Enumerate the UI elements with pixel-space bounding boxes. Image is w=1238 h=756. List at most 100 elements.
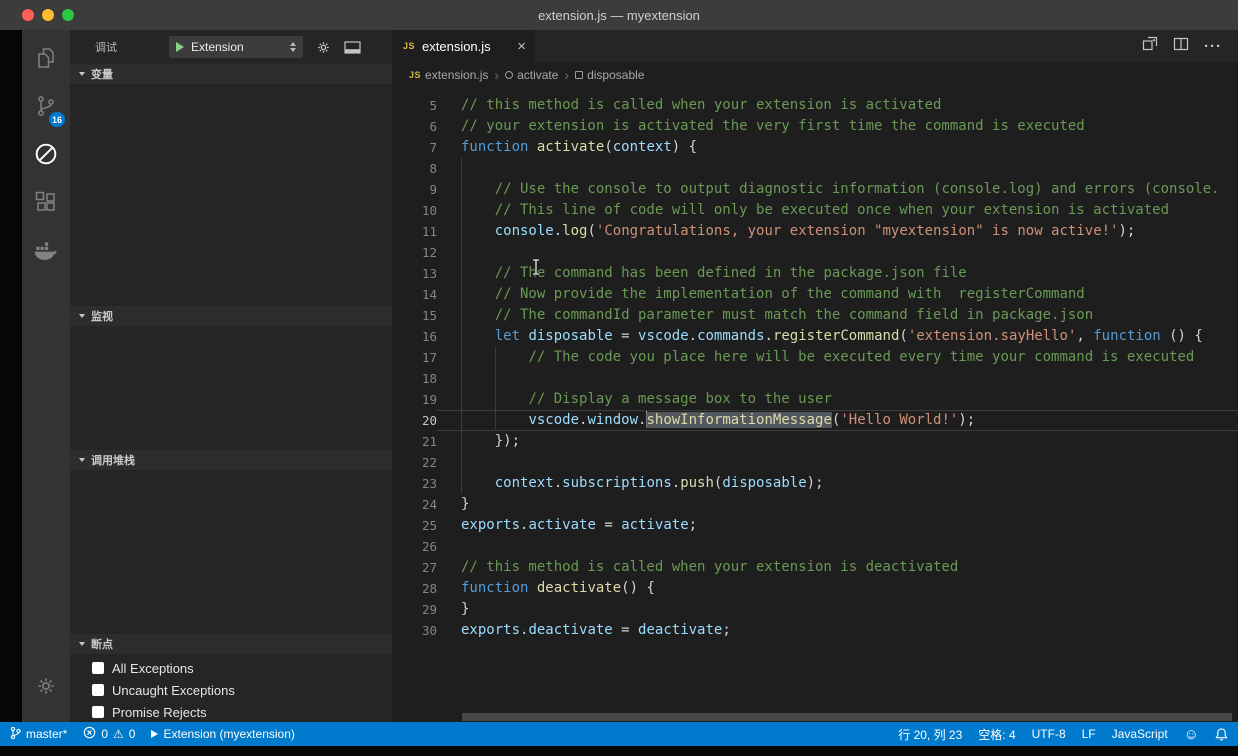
cursor-position-status[interactable]: 行 20, 列 23 xyxy=(898,726,962,743)
line-number[interactable]: 21 xyxy=(392,431,437,452)
line-number[interactable]: 14 xyxy=(392,284,437,305)
line-number[interactable]: 5 xyxy=(392,95,437,116)
code-text[interactable]: vscode.window.showInformationMessage('He… xyxy=(437,410,1238,431)
activitybar-debug[interactable] xyxy=(22,132,70,180)
breakpoint-item[interactable]: Promise Rejects xyxy=(70,701,392,723)
line-number[interactable]: 7 xyxy=(392,137,437,158)
git-branch-status[interactable]: master* xyxy=(10,726,67,743)
checkbox[interactable] xyxy=(92,684,104,696)
close-tab-icon[interactable]: × xyxy=(517,39,526,54)
code-text[interactable]: // This line of code will only be execut… xyxy=(437,200,1238,221)
debug-console-button[interactable] xyxy=(344,41,361,54)
code-lines[interactable]: 5// this method is called when your exte… xyxy=(392,88,1238,722)
language-mode-status[interactable]: JavaScript xyxy=(1112,727,1168,741)
line-number[interactable]: 22 xyxy=(392,452,437,473)
code-text[interactable]: // The commandId parameter must match th… xyxy=(437,305,1238,326)
code-text[interactable]: // Use the console to output diagnostic … xyxy=(437,179,1238,200)
notifications-bell-icon[interactable] xyxy=(1215,727,1228,741)
code-text[interactable]: // this method is called when your exten… xyxy=(437,95,1238,116)
tab-extension-js[interactable]: JS extension.js × xyxy=(392,30,534,62)
debug-target-status[interactable]: Extension (myextension) xyxy=(151,727,294,741)
line-number[interactable]: 26 xyxy=(392,536,437,557)
code-line[interactable]: 8 xyxy=(392,158,1238,179)
line-number[interactable]: 27 xyxy=(392,557,437,578)
code-text[interactable]: exports.activate = activate; xyxy=(437,515,1238,536)
line-number[interactable]: 19 xyxy=(392,389,437,410)
line-number[interactable]: 30 xyxy=(392,620,437,641)
breakpoint-item[interactable]: All Exceptions xyxy=(70,657,392,679)
code-text[interactable]: // The command has been defined in the p… xyxy=(437,263,1238,284)
line-number[interactable]: 25 xyxy=(392,515,437,536)
code-text[interactable]: console.log('Congratulations, your exten… xyxy=(437,221,1238,242)
line-number[interactable]: 23 xyxy=(392,473,437,494)
line-number[interactable]: 6 xyxy=(392,116,437,137)
line-number[interactable]: 16 xyxy=(392,326,437,347)
more-actions-icon[interactable]: ··· xyxy=(1204,38,1222,55)
minimize-window-button[interactable] xyxy=(42,9,54,21)
line-number[interactable]: 13 xyxy=(392,263,437,284)
code-text[interactable] xyxy=(437,368,1238,389)
code-line[interactable]: 15 // The commandId parameter must match… xyxy=(392,305,1238,326)
code-line[interactable]: 21 }); xyxy=(392,431,1238,452)
code-text[interactable] xyxy=(437,158,1238,179)
code-text[interactable]: // Display a message box to the user xyxy=(437,389,1238,410)
start-debug-icon[interactable] xyxy=(176,42,184,52)
activitybar-docker[interactable] xyxy=(22,228,70,276)
code-line[interactable]: 20 vscode.window.showInformationMessage(… xyxy=(392,410,1238,431)
code-text[interactable]: } xyxy=(437,599,1238,620)
horizontal-scrollbar[interactable] xyxy=(392,712,1238,722)
code-line[interactable]: 5// this method is called when your exte… xyxy=(392,95,1238,116)
activitybar-settings[interactable] xyxy=(22,664,70,712)
code-line[interactable]: 25exports.activate = activate; xyxy=(392,515,1238,536)
code-line[interactable]: 19 // Display a message box to the user xyxy=(392,389,1238,410)
indentation-status[interactable]: 空格: 4 xyxy=(978,726,1015,743)
breadcrumb-symbol-disposable[interactable]: disposable xyxy=(575,68,644,82)
encoding-status[interactable]: UTF-8 xyxy=(1032,727,1066,741)
code-line[interactable]: 13 // The command has been defined in th… xyxy=(392,263,1238,284)
zoom-window-button[interactable] xyxy=(62,9,74,21)
close-window-button[interactable] xyxy=(22,9,34,21)
checkbox[interactable] xyxy=(92,706,104,718)
line-number[interactable]: 20 xyxy=(392,410,437,431)
line-number[interactable]: 10 xyxy=(392,200,437,221)
line-number[interactable]: 12 xyxy=(392,242,437,263)
code-text[interactable]: context.subscriptions.push(disposable); xyxy=(437,473,1238,494)
code-line[interactable]: 18 xyxy=(392,368,1238,389)
breakpoint-item[interactable]: Uncaught Exceptions xyxy=(70,679,392,701)
code-text[interactable]: } xyxy=(437,494,1238,515)
code-line[interactable]: 10 // This line of code will only be exe… xyxy=(392,200,1238,221)
feedback-smiley-icon[interactable]: ☺ xyxy=(1184,727,1199,742)
breadcrumb-file[interactable]: JS extension.js xyxy=(409,68,488,82)
code-text[interactable] xyxy=(437,536,1238,557)
code-line[interactable]: 6// your extension is activated the very… xyxy=(392,116,1238,137)
code-text[interactable] xyxy=(437,242,1238,263)
split-editor-icon[interactable] xyxy=(1173,36,1189,57)
code-line[interactable]: 14 // Now provide the implementation of … xyxy=(392,284,1238,305)
checkbox[interactable] xyxy=(92,662,104,674)
code-line[interactable]: 27// this method is called when your ext… xyxy=(392,557,1238,578)
code-line[interactable]: 16 let disposable = vscode.commands.regi… xyxy=(392,326,1238,347)
configure-gear-button[interactable] xyxy=(316,40,331,55)
code-line[interactable]: 26 xyxy=(392,536,1238,557)
activitybar-extensions[interactable] xyxy=(22,180,70,228)
breadcrumb-symbol-activate[interactable]: activate xyxy=(505,68,558,82)
line-number[interactable]: 24 xyxy=(392,494,437,515)
code-text[interactable]: // your extension is activated the very … xyxy=(437,116,1238,137)
section-header-call-stack[interactable]: 调用堆栈 xyxy=(70,450,392,470)
line-number[interactable]: 17 xyxy=(392,347,437,368)
code-line[interactable]: 11 console.log('Congratulations, your ex… xyxy=(392,221,1238,242)
section-header-variables[interactable]: 变量 xyxy=(70,64,392,84)
activitybar-explorer[interactable] xyxy=(22,36,70,84)
code-text[interactable]: function deactivate() { xyxy=(437,578,1238,599)
line-number[interactable]: 15 xyxy=(392,305,437,326)
code-text[interactable]: let disposable = vscode.commands.registe… xyxy=(437,326,1238,347)
scrollbar-thumb[interactable] xyxy=(462,713,1232,721)
problems-status[interactable]: 0 ⚠ 0 xyxy=(83,726,135,742)
line-number[interactable]: 11 xyxy=(392,221,437,242)
code-line[interactable]: 22 xyxy=(392,452,1238,473)
debug-config-dropdown[interactable]: Extension xyxy=(169,36,303,58)
code-line[interactable]: 9 // Use the console to output diagnosti… xyxy=(392,179,1238,200)
code-text[interactable]: function activate(context) { xyxy=(437,137,1238,158)
line-number[interactable]: 9 xyxy=(392,179,437,200)
line-number[interactable]: 28 xyxy=(392,578,437,599)
